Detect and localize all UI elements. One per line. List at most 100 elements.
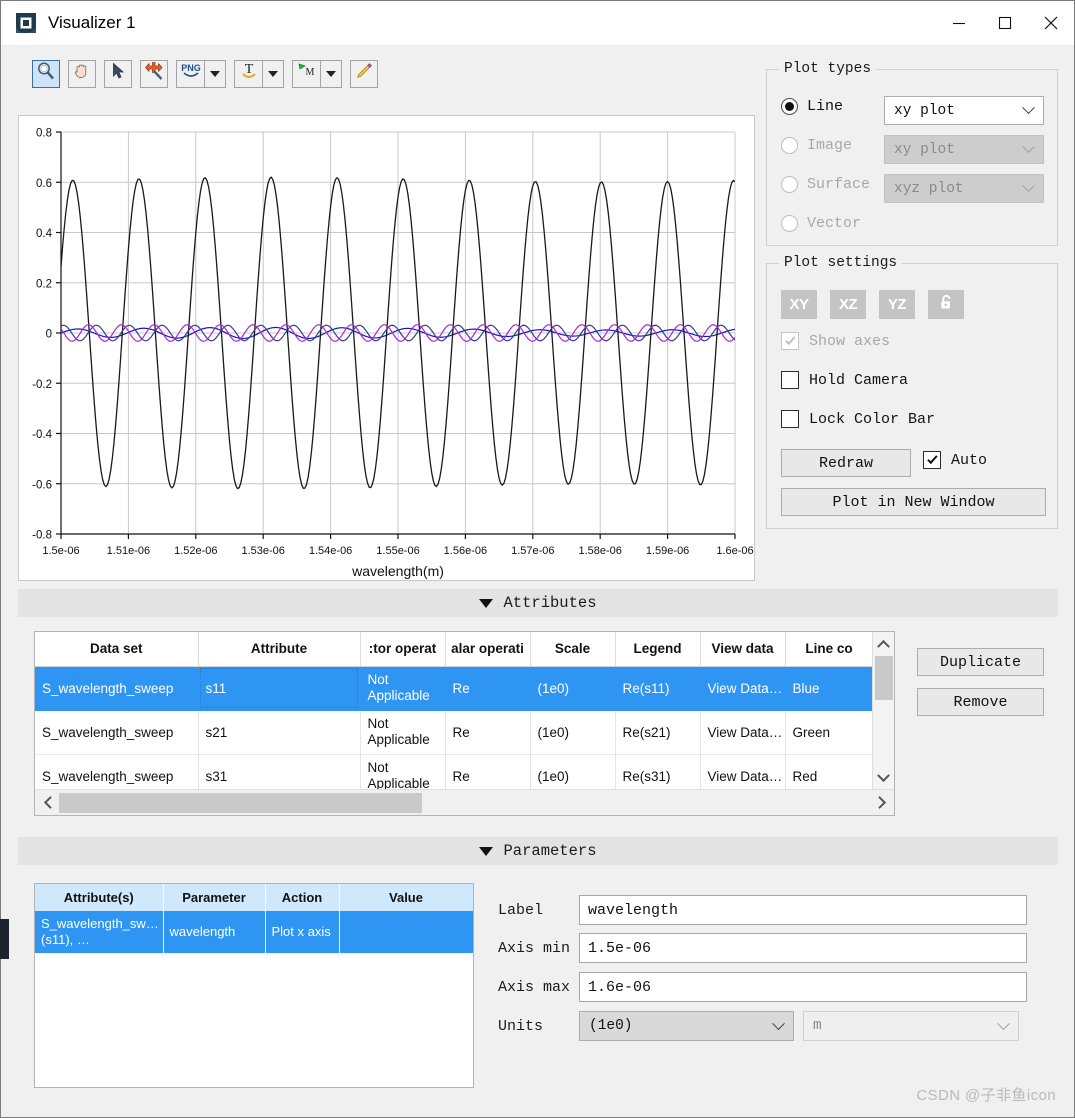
cell-scale[interactable]: (1e0) [530,754,616,789]
marker-tool-button[interactable]: M [292,59,320,88]
select-tool-button[interactable] [104,59,132,88]
cell-vector-operation[interactable]: Not Applicable [360,710,446,755]
attributes-table[interactable]: Data set Attribute :tor operat alar oper… [34,631,895,816]
cell-attribute[interactable]: s11 [198,666,361,711]
lock-button[interactable] [928,290,964,319]
label-field[interactable]: wavelength [579,895,1027,925]
table-row[interactable]: S_wavelength_sweep s11 Not Applicable Re… [35,666,872,711]
hold-camera-row[interactable]: Hold Camera [781,371,908,389]
cell-data-set[interactable]: S_wavelength_sweep [35,666,199,711]
col-vector-operation[interactable]: :tor operat [360,632,446,667]
parameters-table[interactable]: Attribute(s) Parameter Action Value S_wa… [34,883,474,1088]
cell-legend[interactable]: Re(s21) [615,710,701,755]
plot-canvas[interactable]: 0.8 0.6 0.4 0.2 0 -0.2 -0.4 -0.6 -0.8 1.5e-06 1.51… [18,115,755,581]
scroll-right-arrow-icon[interactable] [870,796,894,809]
axis-min-field[interactable]: 1.5e-06 [579,933,1027,963]
cell-view-data[interactable]: View Data… [700,710,786,755]
cell-legend[interactable]: Re(s11) [615,666,701,711]
auto-row[interactable]: Auto [923,451,987,469]
close-icon[interactable] [1028,1,1074,45]
lock-color-bar-row[interactable]: Lock Color Bar [781,410,935,428]
marker-tool-dropdown-button[interactable] [320,59,342,88]
axis-xy-button[interactable]: XY [781,290,817,319]
vertical-scroll-thumb[interactable] [874,656,893,700]
attributes-vertical-scrollbar[interactable] [872,632,894,789]
horizontal-scroll-thumb[interactable] [59,792,422,813]
col-data-set[interactable]: Data set [35,632,199,667]
col-action[interactable]: Action [265,884,340,911]
cell-parameter[interactable]: wavelength [163,911,266,953]
minimize-icon[interactable] [936,1,982,45]
cell-legend[interactable]: Re(s31) [615,754,701,789]
axis-yz-button[interactable]: YZ [879,290,915,319]
col-value[interactable]: Value [339,884,473,911]
table-row[interactable]: S_wavelength_sweep s21 Not Applicable Re… [35,710,872,755]
duplicate-button[interactable]: Duplicate [917,648,1044,676]
radio-button-line[interactable] [781,98,798,115]
cell-view-data[interactable]: View Data… [700,666,786,711]
radio-button-vector[interactable] [781,215,798,232]
move-tool-button[interactable] [140,59,168,88]
cell-action[interactable]: Plot x axis [265,911,340,953]
four-arrows-icon [144,61,164,86]
cell-view-data[interactable]: View Data… [700,754,786,789]
edit-tool-button[interactable] [350,59,378,88]
cell-data-set[interactable]: S_wavelength_sweep [35,710,199,755]
cell-scalar-operation[interactable]: Re [445,710,531,755]
parameters-section-header[interactable]: Parameters [18,837,1058,865]
list-item[interactable]: S_wavelength_sw… (s11), … wavelength Plo… [35,911,473,953]
col-view-data[interactable]: View data [700,632,786,667]
hold-camera-checkbox[interactable] [781,371,799,389]
text-tool-dropdown-button[interactable] [262,59,284,88]
col-scale[interactable]: Scale [530,632,616,667]
radio-line[interactable]: Line [781,98,843,115]
radio-surface[interactable]: Surface [781,176,870,193]
text-tool-button[interactable]: T [234,59,262,88]
cell-line-color[interactable]: Green [785,710,872,755]
axis-max-field[interactable]: 1.6e-06 [579,972,1027,1002]
scroll-down-arrow-icon[interactable] [877,767,890,789]
units-scale-combo[interactable]: (1e0) [579,1011,794,1041]
col-parameter[interactable]: Parameter [163,884,266,911]
pan-tool-button[interactable] [68,59,96,88]
cell-scalar-operation[interactable]: Re [445,666,531,711]
lock-color-bar-checkbox[interactable] [781,410,799,428]
redraw-button[interactable]: Redraw [781,449,911,477]
cell-scalar-operation[interactable]: Re [445,754,531,789]
cell-scale[interactable]: (1e0) [530,666,616,711]
export-image-dropdown-button[interactable] [204,59,226,88]
cell-scale[interactable]: (1e0) [530,710,616,755]
maximize-icon[interactable] [982,1,1028,45]
attributes-horizontal-scrollbar[interactable] [35,789,894,815]
cell-vector-operation[interactable]: Not Applicable [360,754,446,789]
cell-value[interactable] [339,911,473,953]
col-attributes[interactable]: Attribute(s) [35,884,164,911]
scroll-left-arrow-icon[interactable] [35,796,59,809]
axis-xz-button[interactable]: XZ [830,290,866,319]
radio-vector[interactable]: Vector [781,215,861,232]
cell-line-color[interactable]: Blue [785,666,872,711]
col-legend[interactable]: Legend [615,632,701,667]
cell-line-color[interactable]: Red [785,754,872,789]
radio-button-image[interactable] [781,137,798,154]
cell-vector-operation[interactable]: Not Applicable [360,666,446,711]
radio-button-surface[interactable] [781,176,798,193]
table-row[interactable]: S_wavelength_sweep s31 Not Applicable Re… [35,754,872,789]
radio-image[interactable]: Image [781,137,852,154]
export-image-tool-button[interactable]: PNG [176,59,204,88]
cell-attribute[interactable]: s31 [198,754,361,789]
auto-checkbox[interactable] [923,451,941,469]
combo-line-plot-type[interactable]: xy plot [884,96,1044,125]
cell-data-set[interactable]: S_wavelength_sweep [35,754,199,789]
lock-open-icon [937,293,956,316]
attributes-section-header[interactable]: Attributes [18,589,1058,617]
zoom-tool-button[interactable] [32,59,60,88]
remove-button[interactable]: Remove [917,688,1044,716]
col-attribute[interactable]: Attribute [198,632,361,667]
cell-attribute[interactable]: s21 [198,710,361,755]
col-scalar-operation[interactable]: alar operati [445,632,531,667]
col-line-color[interactable]: Line co [785,632,872,667]
plot-in-new-window-button[interactable]: Plot in New Window [781,488,1046,516]
cell-attributes[interactable]: S_wavelength_sw… (s11), … [35,911,164,953]
scroll-up-arrow-icon[interactable] [877,632,890,654]
